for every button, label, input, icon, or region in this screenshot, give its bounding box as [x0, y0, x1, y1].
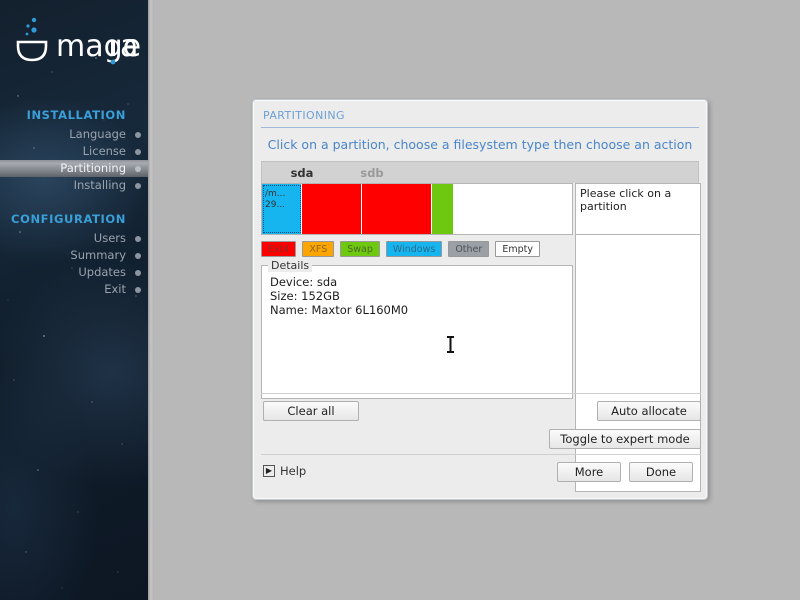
disk-tabs: sda sdb — [261, 161, 699, 186]
step-dot-icon — [135, 183, 141, 189]
partition-block-windows[interactable]: /m... 29... — [262, 184, 302, 234]
more-button[interactable]: More — [557, 462, 621, 482]
tab-sdb[interactable]: sdb — [344, 162, 400, 184]
clear-all-button[interactable]: Clear all — [263, 401, 359, 421]
detail-name: Name: Maxtor 6L160M0 — [270, 303, 409, 317]
legend-windows[interactable]: Windows — [385, 241, 443, 257]
partition-hint-text: Please click on a partition — [575, 183, 701, 235]
toggle-expert-mode-button[interactable]: Toggle to expert mode — [549, 429, 701, 449]
sidebar-item-exit[interactable]: Exit — [0, 281, 148, 298]
partition-strip-row: /m... 29... Please click on a partition — [261, 183, 701, 235]
step-dot-icon — [135, 270, 141, 276]
sidebar-item-language[interactable]: Language — [0, 126, 148, 143]
sidebar-item-label: License — [82, 144, 126, 158]
sidebar-item-updates[interactable]: Updates — [0, 264, 148, 281]
done-button[interactable]: Done — [629, 462, 693, 482]
help-label: Help — [280, 464, 307, 478]
partition-info-panel — [575, 226, 701, 492]
step-dot-icon — [135, 236, 141, 242]
partition-size: 29... — [265, 200, 286, 210]
step-dot-icon — [135, 149, 141, 155]
legend-empty[interactable]: Empty — [495, 241, 540, 257]
step-dot-icon — [135, 253, 141, 259]
step-dot-icon — [135, 287, 141, 293]
sidebar-item-label: Exit — [104, 282, 126, 296]
step-dot-icon — [135, 132, 141, 138]
partition-block-empty[interactable] — [454, 184, 572, 234]
partition-strip: /m... 29... — [261, 183, 573, 235]
dialog-title: PARTITIONING — [263, 109, 345, 122]
sidebar-item-label: Partitioning — [60, 161, 126, 175]
sidebar-item-users[interactable]: Users — [0, 230, 148, 247]
play-in-box-icon: ▶ — [263, 465, 275, 477]
detail-device: Device: sda — [270, 275, 338, 289]
legend-xfs[interactable]: XFS — [302, 241, 335, 257]
partition-block-swap[interactable] — [432, 184, 454, 234]
sidebar-item-label: Installing — [73, 178, 126, 192]
sidebar-item-partitioning[interactable]: Partitioning — [0, 160, 148, 177]
legend-swap[interactable]: Swap — [340, 241, 380, 257]
sidebar-starfield — [7, 57, 137, 589]
menu-group-installation-title: INSTALLATION — [26, 108, 126, 122]
sidebar-item-label: Summary — [70, 248, 126, 262]
dialog-subtitle: Click on a partition, choose a filesyste… — [267, 137, 693, 152]
details-groupbox-label: Details — [268, 259, 313, 272]
partition-block-ext4-1[interactable] — [302, 184, 362, 234]
sidebar-edge-divider — [148, 0, 154, 600]
sidebar-item-label: Users — [93, 231, 126, 245]
partitioning-dialog: PARTITIONING Click on a partition, choos… — [252, 99, 708, 500]
details-groupbox: Details Device: sda Size: 152GB Name: Ma… — [261, 259, 573, 399]
sidebar-item-installing[interactable]: Installing — [0, 177, 148, 194]
detail-size: Size: 152GB — [270, 289, 340, 303]
details-text: Device: sda Size: 152GB Name: Maxtor 6L1… — [262, 266, 572, 326]
sidebar-item-label: Updates — [78, 265, 126, 279]
help-link[interactable]: ▶ Help — [263, 464, 306, 478]
sidebar-item-license[interactable]: License — [0, 143, 148, 160]
legend-ext4[interactable]: Ext4 — [261, 241, 297, 257]
svg-text:a: a — [120, 29, 138, 64]
mid-divider — [261, 393, 701, 394]
menu-spacer — [0, 194, 148, 212]
sidebar-item-label: Language — [69, 127, 126, 141]
tab-sda[interactable]: sda — [274, 162, 330, 186]
installer-sidebar: mage a INSTALLATION Language License Par… — [0, 0, 148, 600]
partition-mountpoint: /m... — [265, 189, 286, 199]
menu-group-configuration-title: CONFIGURATION — [11, 212, 126, 226]
partition-block-ext4-2[interactable] — [362, 184, 432, 234]
legend-other[interactable]: Other — [448, 241, 490, 257]
mageia-logo: mage a — [12, 14, 148, 70]
step-dot-icon — [135, 166, 141, 172]
installer-steps-menu: INSTALLATION Language License Partitioni… — [0, 108, 148, 298]
footer-divider — [261, 454, 701, 455]
auto-allocate-button[interactable]: Auto allocate — [597, 401, 701, 421]
sidebar-item-summary[interactable]: Summary — [0, 247, 148, 264]
